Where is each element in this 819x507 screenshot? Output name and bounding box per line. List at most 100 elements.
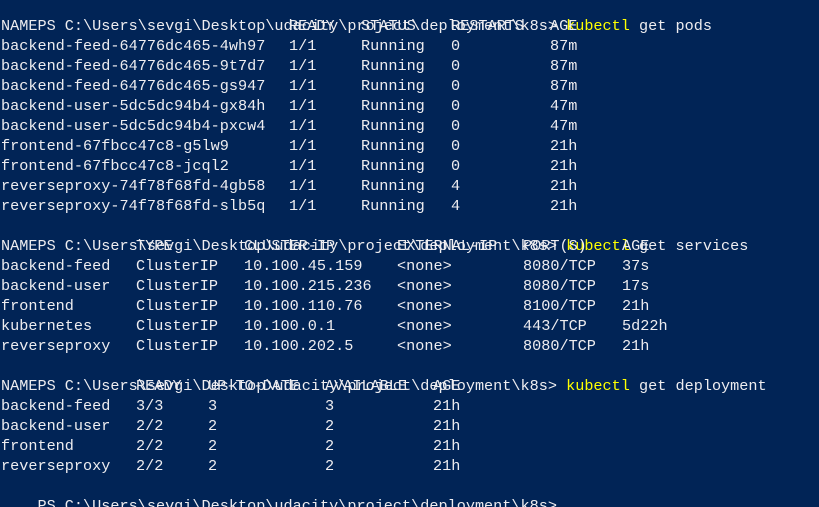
table-cell: 1/1 [289,97,317,115]
powershell-terminal[interactable]: PS C:\Users\sevgi\Desktop\udacity\projec… [0,0,819,507]
table-cell: backend-feed-64776dc465-4wh97 [1,37,266,55]
table-cell: 0 [451,97,461,115]
column-header: AGE [622,237,650,255]
table-cell: ClusterIP [136,297,219,315]
table-cell: 8080/TCP [523,257,596,275]
command-args: get services [639,237,749,255]
table-cell: 1/1 [289,117,317,135]
table-cell: backend-feed-64776dc465-gs947 [1,77,266,95]
table-cell: 10.100.45.159 [244,257,363,275]
table-cell: Running [361,97,425,115]
column-header: AVAILABLE [325,377,408,395]
table-cell: 21h [550,197,578,215]
command-program: kubectl [566,377,630,395]
column-header: READY [289,17,335,35]
table-cell: reverseproxy-74f78f68fd-4gb58 [1,177,266,195]
table-cell: backend-feed [1,397,111,415]
table-cell: Running [361,57,425,75]
table-cell: backend-user-5dc5dc94b4-pxcw4 [1,117,266,135]
table-cell: 47m [550,97,578,115]
table-cell: reverseproxy [1,337,111,355]
table-cell: frontend-67fbcc47c8-g5lw9 [1,137,229,155]
table-cell: backend-feed-64776dc465-9t7d7 [1,57,266,75]
table-cell: ClusterIP [136,317,219,335]
table-cell: frontend [1,437,74,455]
table-cell: 10.100.0.1 [244,317,336,335]
table-cell: <none> [397,337,452,355]
table-cell: 21h [433,417,461,435]
prompt: PS C:\Users\sevgi\Desktop\udacity\projec… [37,497,557,507]
table-cell: 21h [622,337,650,355]
table-cell: 10.100.202.5 [244,337,354,355]
table-cell: frontend [1,297,74,315]
column-header: NAME [1,377,38,395]
column-header: READY [136,377,182,395]
table-cell: backend-user [1,417,111,435]
table-cell: 0 [451,77,461,95]
column-header: STATUS [361,17,416,35]
command-args: get deployment [639,377,767,395]
table-cell: 87m [550,57,578,75]
column-header: AGE [550,17,578,35]
command-line-pods: PS C:\Users\sevgi\Desktop\udacity\projec… [1,0,711,35]
column-header: AGE [433,377,461,395]
table-cell: Running [361,37,425,55]
table-cell: 1/1 [289,57,317,75]
table-cell: kubernetes [1,317,93,335]
table-cell: 2/2 [136,437,164,455]
column-header: TYPE [136,237,173,255]
table-cell: Running [361,117,425,135]
table-cell: 0 [451,37,461,55]
table-cell: 21h [550,157,578,175]
table-cell: <none> [397,257,452,275]
command-line-services: PS C:\Users\sevgi\Desktop\udacity\projec… [1,216,748,255]
table-cell: 2 [325,417,335,435]
table-cell: 2 [325,437,335,455]
column-header: RESTARTS [451,17,524,35]
table-cell: 3 [208,397,218,415]
table-cell: 21h [622,297,650,315]
table-cell: 4 [451,197,461,215]
table-cell: 2 [208,457,218,475]
table-cell: frontend-67fbcc47c8-jcql2 [1,157,229,175]
table-cell: Running [361,177,425,195]
table-cell: 2 [325,457,335,475]
table-cell: Running [361,197,425,215]
table-cell: 87m [550,77,578,95]
table-cell: 5d22h [622,317,668,335]
column-header: EXTERNAL-IP [397,237,498,255]
table-cell: 2 [208,437,218,455]
table-cell: 1/1 [289,197,317,215]
table-cell: 1/1 [289,177,317,195]
table-cell: 21h [550,177,578,195]
table-cell: 8100/TCP [523,297,596,315]
table-cell: 87m [550,37,578,55]
table-cell: Running [361,137,425,155]
column-header: CLUSTER-IP [244,237,336,255]
table-cell: ClusterIP [136,277,219,295]
table-cell: 47m [550,117,578,135]
table-cell: 21h [433,397,461,415]
command-args: get pods [639,17,712,35]
column-header: PORT(S) [523,237,587,255]
table-cell: 21h [550,137,578,155]
table-cell: 21h [433,437,461,455]
table-cell: <none> [397,297,452,315]
table-cell: 2/2 [136,457,164,475]
table-cell: 10.100.110.76 [244,297,363,315]
table-cell: 1/1 [289,137,317,155]
table-cell: 2/2 [136,417,164,435]
table-cell: 0 [451,57,461,75]
command-line-deployment: PS C:\Users\sevgi\Desktop\udacity\projec… [1,356,766,395]
table-cell: <none> [397,317,452,335]
table-cell: 2 [208,417,218,435]
table-cell: 0 [451,137,461,155]
table-cell: 3 [325,397,335,415]
table-cell: 21h [433,457,461,475]
table-cell: Running [361,157,425,175]
table-cell: 17s [622,277,650,295]
table-cell: ClusterIP [136,257,219,275]
current-prompt-line[interactable]: PS C:\Users\sevgi\Desktop\udacity\projec… [1,476,557,507]
table-cell: 37s [622,257,650,275]
table-cell: 3/3 [136,397,164,415]
